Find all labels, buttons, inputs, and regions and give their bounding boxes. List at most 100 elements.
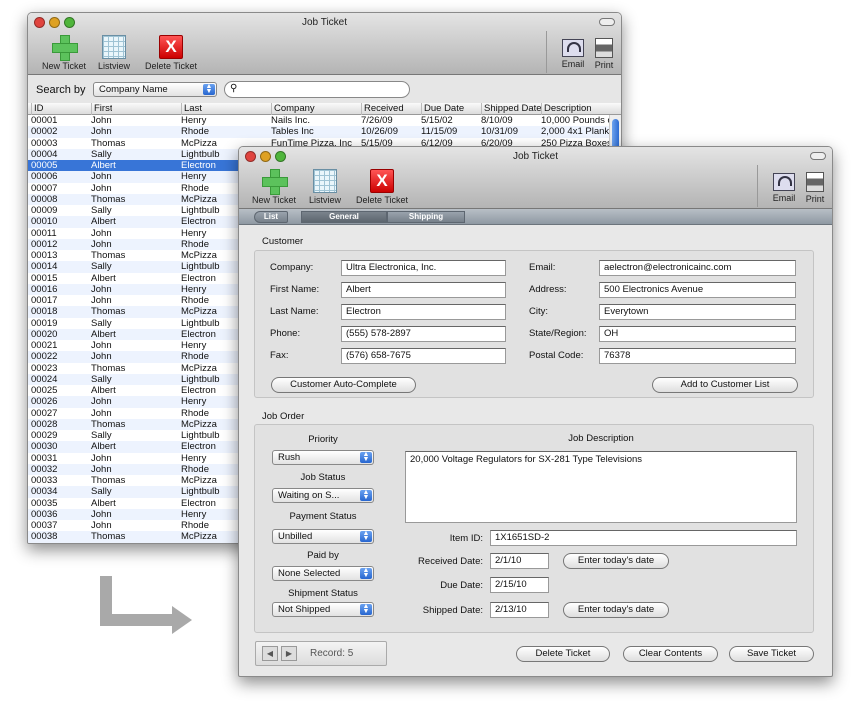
received-today-button[interactable]: Enter today's date	[563, 553, 669, 569]
table-cell: 00033	[31, 475, 58, 486]
shipped-date-label: Shipped Date:	[422, 605, 483, 616]
listview-button[interactable]: Listview	[94, 35, 134, 71]
column-header[interactable]: Last	[181, 103, 202, 115]
fax-field[interactable]: (576) 658-7675	[341, 348, 506, 364]
table-cell: Sally	[91, 486, 112, 498]
clear-contents-button[interactable]: Clear Contents	[623, 646, 718, 662]
search-field-select[interactable]: Company Name ▲ ▼	[93, 82, 217, 97]
delete-x-icon: X	[370, 169, 394, 193]
table-cell: 00029	[31, 430, 58, 441]
flow-arrow-icon	[100, 576, 192, 634]
toolbar-toggle-button[interactable]	[810, 152, 826, 160]
table-cell: 10,000 Pounds of	[541, 115, 611, 126]
select-arrows-icon: ▲ ▼	[360, 603, 372, 615]
table-cell: John	[91, 351, 112, 363]
print-button[interactable]: Print	[591, 35, 617, 70]
next-record-button[interactable]: ▶	[281, 646, 297, 661]
column-header[interactable]: First	[91, 103, 112, 115]
column-header[interactable]: Due Date	[421, 103, 464, 115]
delete-ticket-button-footer[interactable]: Delete Ticket	[516, 646, 610, 662]
email-icon	[562, 39, 584, 57]
table-cell: John	[91, 396, 112, 408]
print-button[interactable]: Print	[802, 169, 828, 204]
table-cell: Thomas	[91, 418, 126, 430]
received-date-field[interactable]: 2/1/10	[490, 553, 549, 569]
payment-status-label: Payment Status	[289, 511, 357, 522]
grid-icon	[313, 169, 337, 193]
column-header[interactable]: ID	[31, 103, 44, 115]
shipment-status-select[interactable]: Not Shipped ▲ ▼	[272, 602, 374, 617]
search-input[interactable]: ⚲	[224, 81, 410, 98]
toolbar-toggle-button[interactable]	[599, 18, 615, 26]
table-row[interactable]: 00001 John Henry Nails Inc. 7/26/09 5/15/02 8/…	[28, 115, 611, 127]
table-cell: Albert	[91, 272, 116, 284]
job-description-textarea[interactable]: 20,000 Voltage Regulators for SX-281 Typ…	[405, 451, 797, 523]
phone-field[interactable]: (555) 578-2897	[341, 326, 506, 342]
tab-list-back[interactable]: List	[254, 211, 288, 223]
table-cell: John	[91, 115, 112, 126]
select-arrows-icon: ▲ ▼	[360, 489, 372, 501]
table-cell: Sally	[91, 430, 112, 441]
table-cell: 00008	[31, 193, 58, 205]
table-cell: John	[91, 171, 112, 183]
tab-shipping[interactable]: Shipping	[387, 211, 465, 223]
new-ticket-button[interactable]: New Ticket	[250, 169, 298, 205]
column-header[interactable]: Company	[271, 103, 315, 115]
table-cell: Thomas	[91, 362, 126, 374]
tab-general[interactable]: General	[301, 211, 387, 223]
new-ticket-button[interactable]: New Ticket	[40, 35, 88, 71]
address-field[interactable]: 500 Electronics Avenue	[599, 282, 796, 298]
payment-status-select[interactable]: Unbilled ▲ ▼	[272, 529, 374, 544]
priority-select[interactable]: Rush ▲ ▼	[272, 450, 374, 465]
table-cell: 00010	[31, 216, 58, 228]
column-header[interactable]: Shipped Date	[481, 103, 542, 115]
table-cell: 00018	[31, 306, 58, 318]
delete-ticket-button[interactable]: X Delete Ticket	[142, 35, 200, 71]
table-cell: Tables Inc	[271, 126, 314, 138]
table-cell: John	[91, 407, 112, 419]
table-cell: 00017	[31, 295, 58, 306]
table-cell: 00011	[31, 227, 57, 239]
listview-label: Listview	[97, 61, 130, 71]
delete-ticket-label: Delete Ticket	[144, 61, 198, 71]
postal-code-field[interactable]: 76378	[599, 348, 796, 364]
received-date-label: Received Date:	[418, 556, 483, 567]
first-name-field[interactable]: Albert	[341, 282, 506, 298]
table-cell: 00023	[31, 362, 58, 374]
table-row[interactable]: 00002 John Rhode Tables Inc 10/26/09 11/15/09…	[28, 126, 611, 138]
delete-ticket-button[interactable]: X Delete Ticket	[353, 169, 411, 205]
search-icon: ⚲	[230, 83, 238, 94]
shipped-date-field[interactable]: 2/13/10	[490, 602, 549, 618]
job-status-select[interactable]: Waiting on S... ▲ ▼	[272, 488, 374, 503]
customer-autocomplete-button[interactable]: Customer Auto-Complete	[271, 377, 416, 393]
company-field[interactable]: Ultra Electronica, Inc.	[341, 260, 506, 276]
email-button[interactable]: Email	[769, 169, 799, 203]
table-cell: John	[91, 283, 112, 295]
item-id-field[interactable]: 1X1651SD-2	[490, 530, 797, 546]
table-cell: Sally	[91, 373, 112, 385]
column-header[interactable]: Received	[361, 103, 404, 115]
due-date-field[interactable]: 2/15/10	[490, 577, 549, 593]
city-field[interactable]: Everytown	[599, 304, 796, 320]
paid-by-select[interactable]: None Selected ▲ ▼	[272, 566, 374, 581]
table-cell: 00020	[31, 328, 58, 340]
ticket-window: Job Ticket New Ticket Listview X Delete T…	[238, 146, 833, 677]
email-field[interactable]: aelectron@electronicainc.com	[599, 260, 796, 276]
table-cell: 00034	[31, 486, 58, 498]
add-to-customer-list-button[interactable]: Add to Customer List	[652, 377, 798, 393]
grid-icon	[102, 35, 126, 59]
table-cell: Thomas	[91, 137, 126, 149]
listview-button[interactable]: Listview	[305, 169, 345, 205]
table-cell: Albert	[91, 160, 116, 171]
priority-value: Rush	[278, 452, 301, 463]
previous-record-button[interactable]: ◀	[262, 646, 278, 661]
state-field[interactable]: OH	[599, 326, 796, 342]
job-order-heading: Job Order	[262, 411, 305, 422]
column-header[interactable]: Description	[541, 103, 592, 115]
table-cell: 00027	[31, 407, 58, 419]
save-ticket-button[interactable]: Save Ticket	[729, 646, 814, 662]
table-cell: John	[91, 508, 112, 520]
last-name-field[interactable]: Electron	[341, 304, 506, 320]
shipped-today-button[interactable]: Enter today's date	[563, 602, 669, 618]
email-button[interactable]: Email	[558, 35, 588, 69]
